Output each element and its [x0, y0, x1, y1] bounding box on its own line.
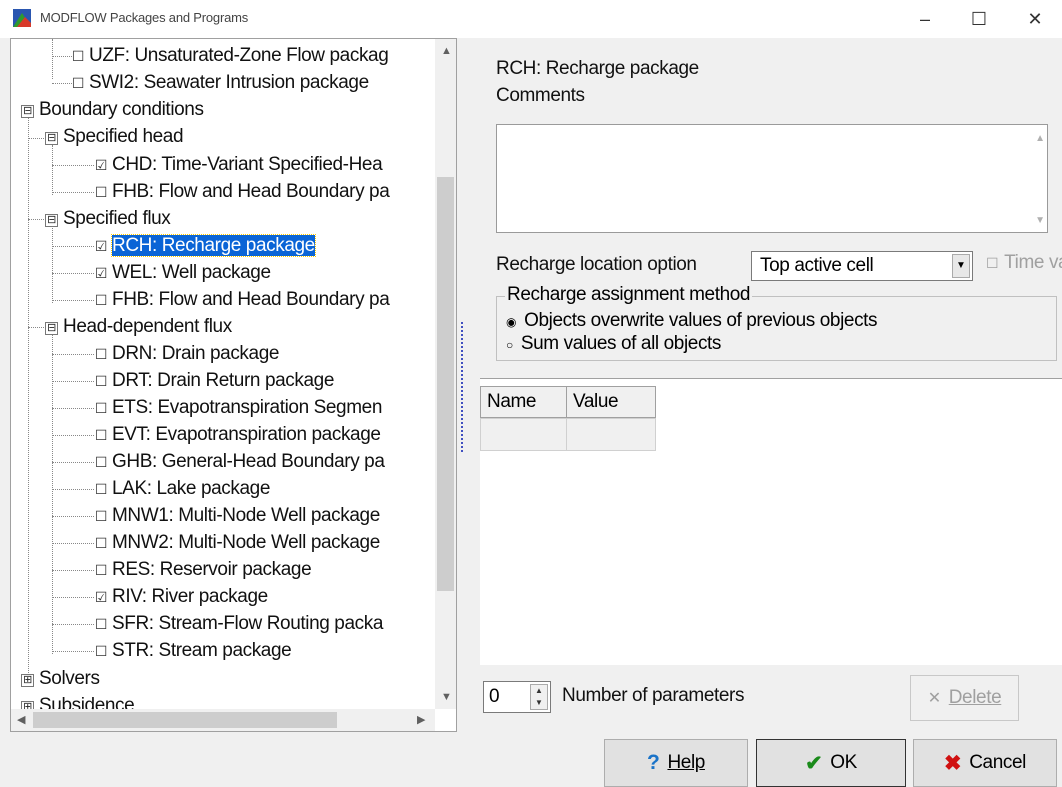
grid-cell-value[interactable]	[566, 418, 656, 451]
cancel-button[interactable]: ✖ Cancel	[913, 739, 1057, 787]
maximize-button[interactable]: ☐	[952, 0, 1006, 38]
checkbox-icon[interactable]: ☐	[94, 395, 108, 422]
parameter-count-spinner[interactable]: 0 ▲ ▼	[483, 681, 551, 713]
tree-item-chd[interactable]: ☑ CHD: Time-Variant Specified-Hea	[94, 151, 383, 179]
grid-header-name[interactable]: Name	[480, 386, 567, 418]
checkbox-icon[interactable]: ☐	[94, 530, 108, 557]
checkbox-icon[interactable]: ☐	[94, 557, 108, 584]
delete-button[interactable]: ✕ Delete	[910, 675, 1019, 721]
collapse-icon[interactable]: ⊟	[45, 322, 58, 335]
checkbox-icon[interactable]: ☐	[94, 611, 108, 638]
checkbox-icon[interactable]: ☐	[94, 368, 108, 395]
minimize-button[interactable]: –	[898, 0, 952, 38]
checkbox-icon[interactable]: ☐	[94, 638, 108, 665]
horizontal-scroll-thumb[interactable]	[33, 712, 337, 728]
checkbox-icon[interactable]: ☐	[94, 503, 108, 530]
checkbox-checked-icon[interactable]: ☑	[94, 260, 108, 287]
checkbox-icon[interactable]: ☐	[94, 422, 108, 449]
checkbox-icon[interactable]: ☐	[71, 43, 85, 70]
tree-vertical-scrollbar[interactable]: ▲ ▼	[435, 39, 456, 709]
dropdown-arrow-icon[interactable]: ▼	[952, 254, 970, 278]
panel-splitter[interactable]	[461, 322, 467, 452]
tree-item-wel[interactable]: ☑ WEL: Well package	[94, 259, 271, 286]
expand-icon[interactable]: ⊞	[21, 674, 34, 687]
tree-item-uzf[interactable]: ☐ UZF: Unsaturated-Zone Flow packag	[71, 42, 389, 70]
tree-item-fhb-flux[interactable]: ☐ FHB: Flow and Head Boundary pa	[94, 286, 390, 314]
tree-item-ets[interactable]: ☐ ETS: Evapotranspiration Segmen	[94, 394, 382, 421]
tree-item-str[interactable]: ☐ STR: Stream package	[94, 637, 292, 665]
tree-node-head-dependent-flux[interactable]: ⊟ Head-dependent flux	[45, 313, 232, 340]
close-button[interactable]: ✕	[1008, 0, 1062, 38]
checkbox-icon: ☐	[986, 255, 999, 271]
checkbox-icon[interactable]: ☐	[94, 179, 108, 206]
checkbox-checked-icon[interactable]: ☑	[94, 233, 108, 260]
title-bar: MODFLOW Packages and Programs – ☐ ✕	[0, 0, 1062, 38]
tree-item-ghb[interactable]: ☐ GHB: General-Head Boundary pa	[94, 448, 385, 475]
scroll-down-arrow-icon[interactable]: ▼	[441, 691, 452, 703]
radio-overwrite[interactable]: ◉ Objects overwrite values of previous ob…	[506, 310, 878, 332]
tree-node-solvers[interactable]: ⊞ Solvers	[21, 665, 100, 692]
radio-sum[interactable]: ○ Sum values of all objects	[506, 333, 721, 355]
checkbox-icon[interactable]: ☐	[94, 287, 108, 314]
time-varying-checkbox[interactable]: ☐Time var	[986, 252, 1062, 274]
tree-node-specified-flux[interactable]: ⊟ Specified flux	[45, 205, 171, 232]
memo-scroll-down-icon[interactable]: ▼	[1035, 215, 1045, 226]
grid-header-value[interactable]: Value	[566, 386, 656, 418]
checkbox-icon[interactable]: ☐	[94, 341, 108, 368]
tree-item-drn[interactable]: ☐ DRN: Drain package	[94, 340, 280, 368]
spinner-arrows-icon[interactable]: ▲ ▼	[530, 684, 548, 710]
window-title: MODFLOW Packages and Programs	[40, 10, 249, 25]
tree-item-sfr[interactable]: ☐ SFR: Stream-Flow Routing packa	[94, 610, 383, 637]
tree-horizontal-scrollbar[interactable]: ◀ ▶	[11, 709, 435, 731]
tree-node-boundary-conditions[interactable]: ⊟ Boundary conditions	[21, 96, 204, 123]
tree-item-drt[interactable]: ☐ DRT: Drain Return package	[94, 367, 334, 394]
help-question-icon: ?	[647, 751, 660, 774]
vertical-scroll-thumb[interactable]	[437, 177, 454, 591]
checkbox-checked-icon[interactable]: ☑	[94, 584, 108, 611]
tree-item-mnw2[interactable]: ☐ MNW2: Multi-Node Well package	[94, 529, 380, 556]
ok-button[interactable]: ✔ OK	[756, 739, 906, 787]
tree-item-mnw1[interactable]: ☐ MNW1: Multi-Node Well package	[94, 502, 380, 529]
location-option-select[interactable]: Top active cell ▼	[751, 251, 973, 281]
help-button[interactable]: ? Help	[604, 739, 748, 787]
location-option-label: Recharge location option	[496, 254, 697, 275]
parameter-count-label: Number of parameters	[562, 685, 745, 706]
parameter-count-value: 0	[489, 686, 500, 707]
package-tree[interactable]: ☐ UZF: Unsaturated-Zone Flow packag ☐ SWI2…	[10, 38, 457, 732]
checkbox-icon[interactable]: ☐	[71, 70, 85, 97]
scroll-right-arrow-icon[interactable]: ▶	[417, 713, 425, 726]
tree-item-rch[interactable]: ☑ RCH: Recharge package	[94, 232, 316, 260]
tree-item-swi2[interactable]: ☐ SWI2: Seawater Intrusion package	[71, 69, 369, 96]
tree-node-specified-head[interactable]: ⊟ Specified head	[45, 123, 184, 150]
check-icon: ✔	[805, 751, 823, 775]
checkbox-icon[interactable]: ☐	[94, 476, 108, 503]
collapse-icon[interactable]: ⊟	[45, 214, 58, 227]
assignment-method-legend: Recharge assignment method	[505, 284, 753, 306]
radio-selected-icon: ◉	[506, 315, 517, 329]
tree-item-lak[interactable]: ☐ LAK: Lake package	[94, 475, 270, 502]
radio-unselected-icon: ○	[506, 338, 513, 352]
collapse-icon[interactable]: ⊟	[45, 132, 58, 145]
tree-item-res[interactable]: ☐ RES: Reservoir package	[94, 556, 312, 584]
checkbox-icon[interactable]: ☐	[94, 449, 108, 476]
cancel-x-icon: ✖	[944, 751, 962, 775]
app-icon	[13, 9, 31, 27]
location-option-value: Top active cell	[760, 255, 874, 276]
tree-item-riv[interactable]: ☑ RIV: River package	[94, 583, 268, 610]
tree-item-evt[interactable]: ☐ EVT: Evapotranspiration package	[94, 421, 381, 448]
comments-label: Comments	[496, 85, 585, 106]
memo-scroll-up-icon[interactable]: ▲	[1035, 133, 1045, 144]
tree-item-fhb-head[interactable]: ☐ FHB: Flow and Head Boundary pa	[94, 178, 390, 206]
delete-x-icon: ✕	[927, 690, 941, 707]
scroll-left-arrow-icon[interactable]: ◀	[17, 713, 25, 726]
parameter-grid[interactable]: Name Value	[480, 378, 1062, 665]
scroll-up-arrow-icon[interactable]: ▲	[441, 45, 452, 57]
grid-cell-name[interactable]	[480, 418, 567, 451]
comments-textarea[interactable]: ▲ ▼	[496, 124, 1048, 233]
collapse-icon[interactable]: ⊟	[21, 105, 34, 118]
package-title: RCH: Recharge package	[496, 58, 699, 79]
checkbox-checked-icon[interactable]: ☑	[94, 152, 108, 179]
